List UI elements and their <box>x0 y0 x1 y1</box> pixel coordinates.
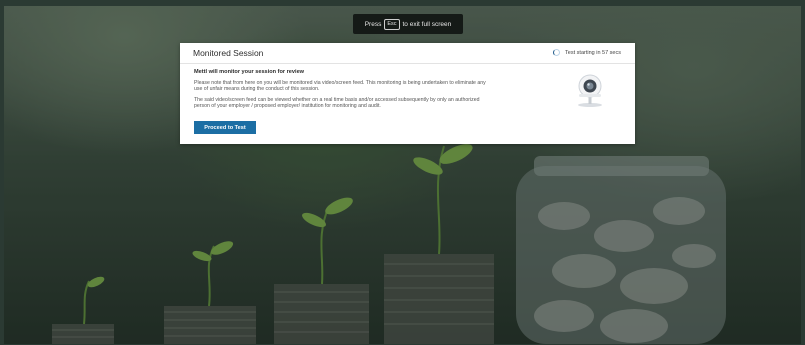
dialog-header: Monitored Session Test starting in 57 se… <box>180 43 635 64</box>
dialog-title: Monitored Session <box>193 48 264 58</box>
proceed-to-test-button[interactable]: Proceed to Test <box>194 121 256 134</box>
feed-access-notice: The said video/screen feed can be viewed… <box>194 96 480 110</box>
monitored-session-dialog: Monitored Session Test starting in 57 se… <box>180 43 635 144</box>
fullscreen-exit-banner: Press Esc to exit full screen <box>353 14 463 34</box>
monitoring-subheading: Mettl will monitor your session for revi… <box>194 69 305 75</box>
countdown-timer: Test starting in 57 secs <box>553 49 621 56</box>
monitoring-notice: Please note that from here on you will b… <box>194 80 486 93</box>
spinner-icon <box>553 49 561 56</box>
dialog-body: Mettl will monitor your session for revi… <box>194 69 494 114</box>
banner-prefix: Press <box>364 20 382 28</box>
webcam-icon <box>578 74 602 107</box>
banner-suffix: to exit full screen <box>402 20 452 28</box>
countdown-text: Test starting in 57 secs <box>565 49 621 56</box>
esc-key-badge: Esc <box>384 18 400 30</box>
